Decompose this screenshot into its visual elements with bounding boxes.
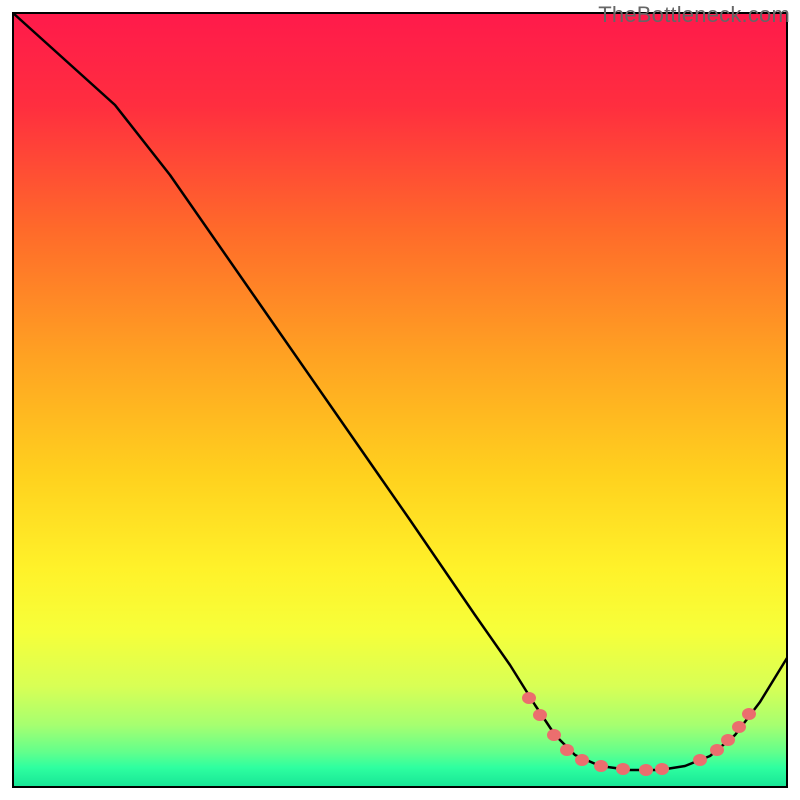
curve-marker	[710, 744, 724, 756]
curve-marker	[639, 764, 653, 776]
watermark-text: TheBottleneck.com	[598, 2, 790, 28]
curve-marker	[616, 763, 630, 775]
curve-marker	[575, 754, 589, 766]
curve-marker	[721, 734, 735, 746]
gradient-background	[13, 13, 787, 787]
curve-marker	[732, 721, 746, 733]
curve-marker	[742, 708, 756, 720]
curve-marker	[655, 763, 669, 775]
curve-marker	[533, 709, 547, 721]
curve-marker	[560, 744, 574, 756]
curve-marker	[547, 729, 561, 741]
chart-container: TheBottleneck.com	[0, 0, 800, 800]
curve-marker	[693, 754, 707, 766]
curve-marker	[522, 692, 536, 704]
bottleneck-chart	[0, 0, 800, 800]
curve-marker	[594, 760, 608, 772]
